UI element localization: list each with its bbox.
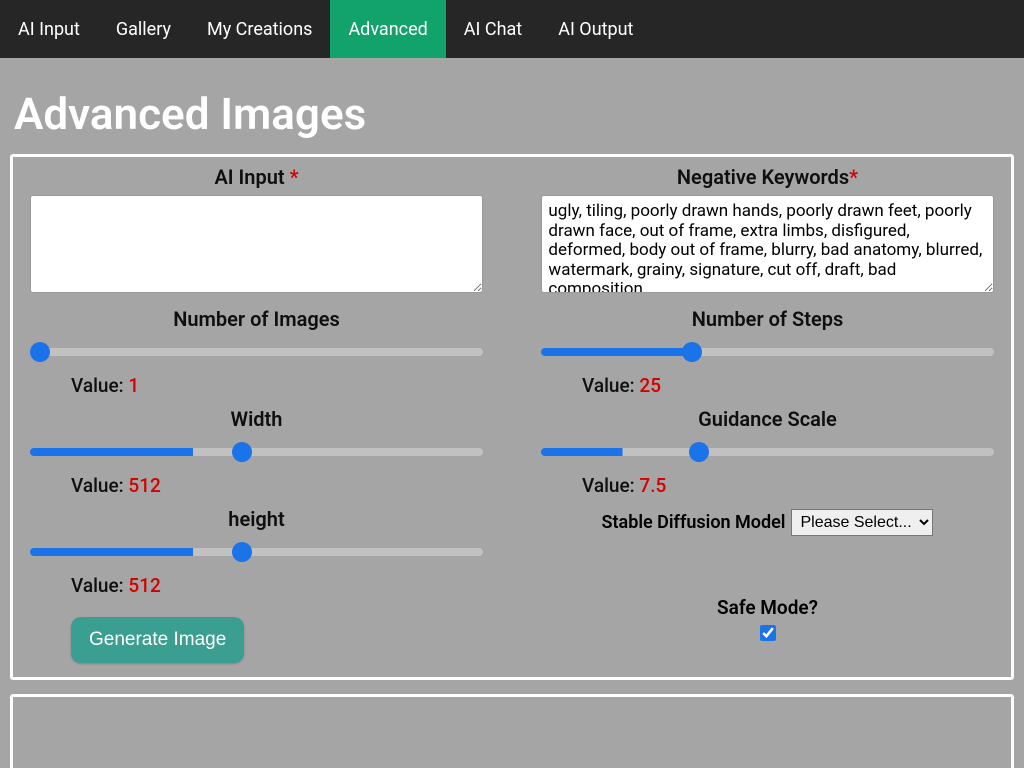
form-panel: AI Input * Number of Images Value: 1 Wid… — [10, 154, 1014, 680]
model-row: Stable Diffusion Model Please Select... — [532, 509, 1003, 536]
height-slider[interactable] — [30, 548, 482, 556]
num-images-slider[interactable] — [30, 348, 482, 356]
value-number: 25 — [639, 374, 661, 397]
value-prefix: Value: — [582, 374, 639, 397]
width-value: Value: 512 — [71, 474, 492, 497]
required-marker: * — [290, 165, 299, 189]
nav-label: AI Output — [558, 19, 633, 40]
required-marker: * — [849, 165, 858, 189]
guidance-slider[interactable] — [541, 448, 993, 456]
guidance-label: Guidance Scale — [532, 407, 1003, 431]
page-title: Advanced Images — [0, 58, 1024, 154]
value-prefix: Value: — [71, 574, 128, 597]
generate-image-button[interactable]: Generate Image — [71, 617, 244, 663]
safe-mode-label: Safe Mode? — [532, 596, 1003, 619]
model-select[interactable]: Please Select... — [791, 509, 933, 536]
height-value: Value: 512 — [71, 574, 492, 597]
nav-ai-input[interactable]: AI Input — [0, 0, 98, 58]
num-images-value: Value: 1 — [71, 374, 492, 397]
right-column: Negative Keywords* Number of Steps Value… — [532, 165, 1003, 663]
value-prefix: Value: — [71, 374, 128, 397]
value-prefix: Value: — [71, 474, 128, 497]
nav-gallery[interactable]: Gallery — [98, 0, 189, 58]
top-navbar: AI Input Gallery My Creations Advanced A… — [0, 0, 1024, 58]
nav-label: AI Input — [18, 19, 80, 40]
negative-keywords-textarea[interactable] — [541, 195, 993, 293]
nav-ai-output[interactable]: AI Output — [540, 0, 651, 58]
width-label: Width — [21, 407, 492, 431]
steps-label: Number of Steps — [532, 307, 1003, 331]
guidance-value: Value: 7.5 — [582, 474, 1003, 497]
ai-input-label: AI Input * — [21, 165, 492, 189]
value-number: 7.5 — [639, 474, 666, 497]
height-label: height — [21, 507, 492, 531]
nav-advanced[interactable]: Advanced — [330, 0, 445, 58]
results-panel — [10, 694, 1014, 768]
nav-ai-chat[interactable]: AI Chat — [446, 0, 540, 58]
steps-value: Value: 25 — [582, 374, 1003, 397]
label-text: Negative Keywords — [677, 165, 849, 189]
nav-label: My Creations — [207, 19, 312, 40]
nav-label: Advanced — [348, 19, 427, 40]
value-number: 512 — [128, 474, 160, 497]
nav-label: AI Chat — [464, 19, 522, 40]
ai-input-textarea[interactable] — [30, 195, 482, 293]
width-slider[interactable] — [30, 448, 482, 456]
left-column: AI Input * Number of Images Value: 1 Wid… — [21, 165, 492, 663]
value-number: 1 — [128, 374, 139, 397]
label-text: AI Input — [214, 165, 289, 189]
model-label: Stable Diffusion Model — [602, 512, 786, 533]
negative-keywords-label: Negative Keywords* — [532, 165, 1003, 189]
nav-my-creations[interactable]: My Creations — [189, 0, 330, 58]
num-images-label: Number of Images — [21, 307, 492, 331]
value-prefix: Value: — [582, 474, 639, 497]
nav-label: Gallery — [116, 19, 171, 40]
safe-mode-checkbox[interactable] — [760, 625, 776, 641]
value-number: 512 — [128, 574, 160, 597]
steps-slider[interactable] — [541, 348, 993, 356]
safe-mode-block: Safe Mode? — [532, 596, 1003, 645]
